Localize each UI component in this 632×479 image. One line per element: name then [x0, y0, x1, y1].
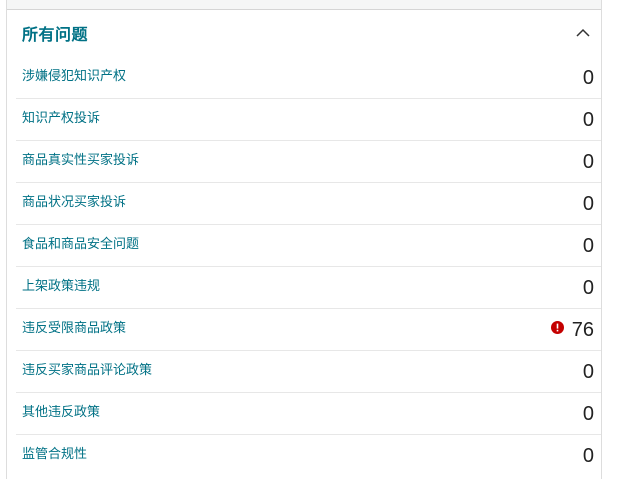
issue-count: 0: [582, 445, 594, 467]
issue-row-authenticity-complaint[interactable]: 商品真实性买家投诉 0: [16, 141, 601, 183]
panel-header: 所有问题: [7, 11, 601, 57]
issue-row-other-policy[interactable]: 其他违反政策 0: [16, 393, 601, 435]
issue-label[interactable]: 上架政策违规: [22, 275, 100, 294]
issue-row-restricted-products[interactable]: 违反受限商品政策 76: [16, 309, 601, 351]
issue-label[interactable]: 知识产权投诉: [22, 107, 100, 126]
issue-label[interactable]: 涉嫌侵犯知识产权: [22, 65, 126, 84]
alert-icon: [551, 319, 564, 334]
issues-list: 涉嫌侵犯知识产权 0 知识产权投诉 0 商品真实性买家投诉 0 商品状况买家投诉…: [7, 57, 601, 477]
issue-label[interactable]: 食品和商品安全问题: [22, 233, 139, 252]
issue-label[interactable]: 商品真实性买家投诉: [22, 149, 139, 168]
issue-row-condition-complaint[interactable]: 商品状况买家投诉 0: [16, 183, 601, 225]
issue-label[interactable]: 商品状况买家投诉: [22, 191, 126, 210]
issue-label[interactable]: 其他违反政策: [22, 401, 100, 420]
issue-row-regulatory-compliance[interactable]: 监管合规性 0: [16, 435, 601, 477]
issue-count: 0: [582, 403, 594, 425]
issues-panel: 所有问题 涉嫌侵犯知识产权 0 知识产权投诉 0 商品真实性买家投诉 0 商品状…: [6, 0, 602, 479]
panel-title: 所有问题: [22, 25, 89, 44]
issue-count: 0: [582, 361, 594, 383]
issue-row-ip-infringement[interactable]: 涉嫌侵犯知识产权 0: [16, 57, 601, 99]
issue-label[interactable]: 违反受限商品政策: [22, 317, 126, 336]
issue-row-safety[interactable]: 食品和商品安全问题 0: [16, 225, 601, 267]
top-divider: [7, 0, 601, 10]
issue-count: 76: [571, 319, 594, 341]
issue-row-review-policy[interactable]: 违反买家商品评论政策 0: [16, 351, 601, 393]
issue-count: 0: [582, 109, 594, 131]
issue-count: 0: [582, 67, 594, 89]
chevron-up-icon[interactable]: [573, 24, 593, 44]
issue-count: 0: [582, 193, 594, 215]
issue-row-listing-policy[interactable]: 上架政策违规 0: [16, 267, 601, 309]
issue-count: 0: [582, 277, 594, 299]
issue-row-ip-complaint[interactable]: 知识产权投诉 0: [16, 99, 601, 141]
issue-count: 0: [582, 235, 594, 257]
issue-label[interactable]: 违反买家商品评论政策: [22, 359, 152, 378]
issue-label[interactable]: 监管合规性: [22, 443, 87, 462]
issue-count: 0: [582, 151, 594, 173]
